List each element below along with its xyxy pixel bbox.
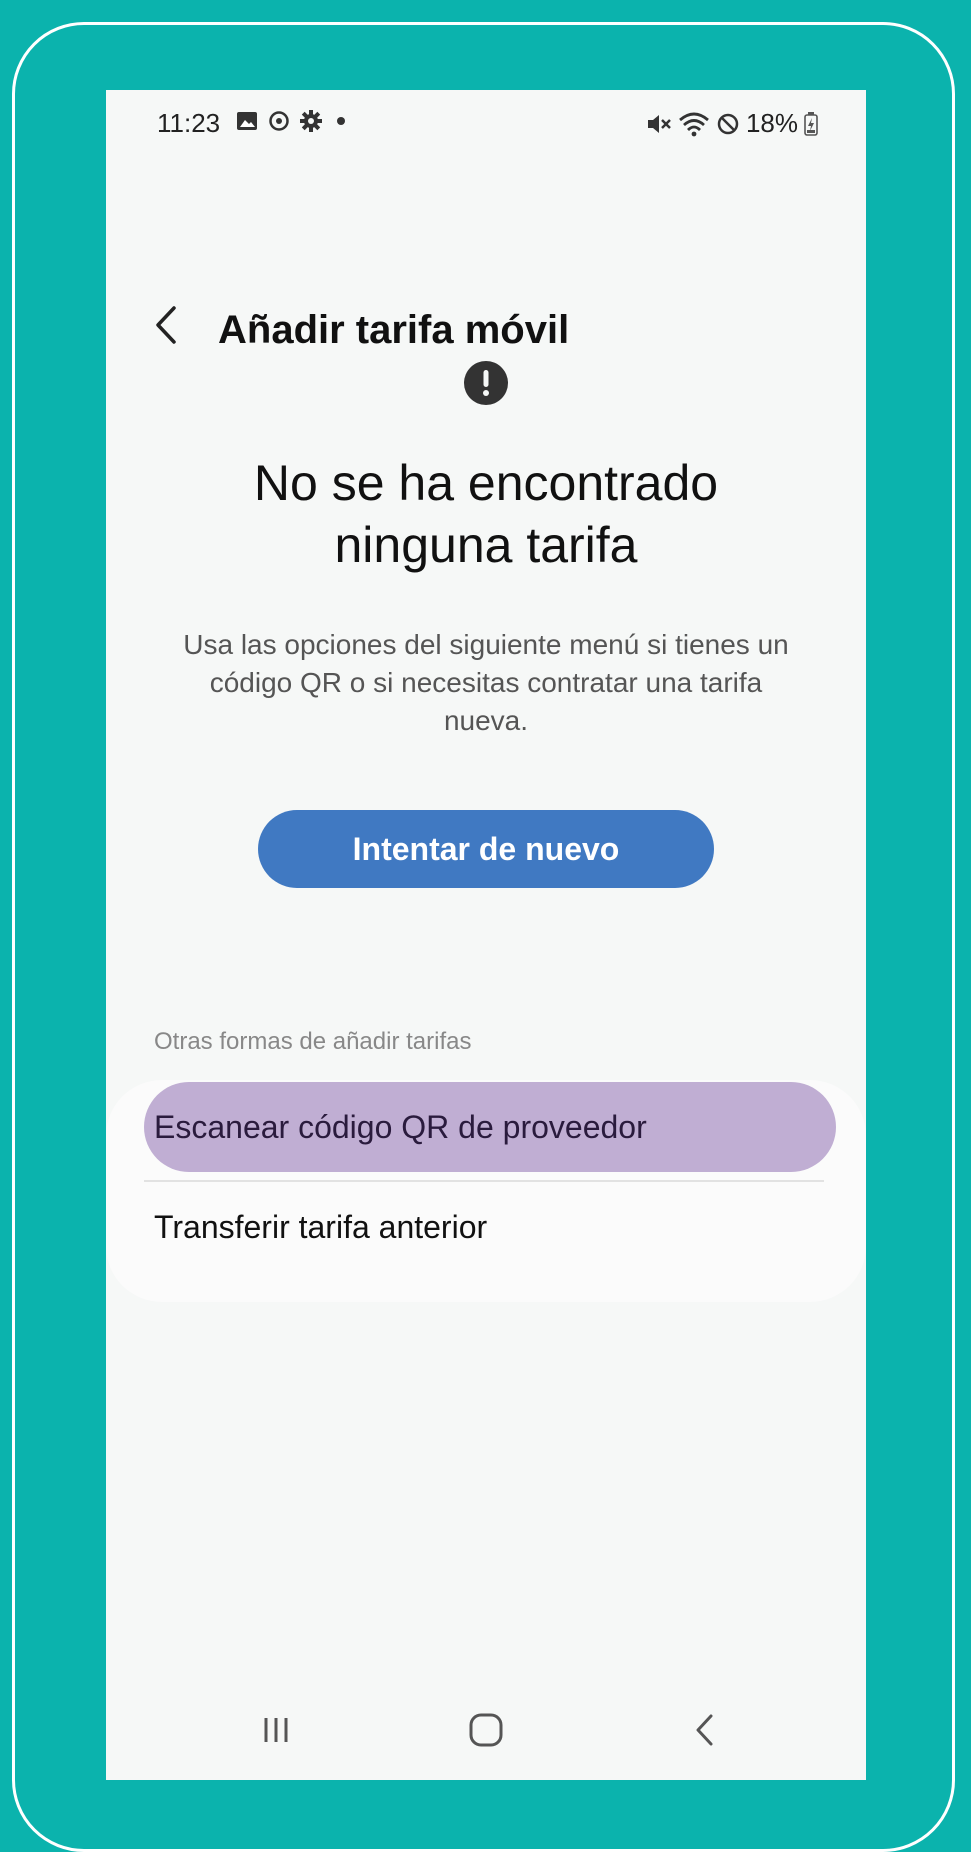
nav-bar bbox=[106, 1690, 866, 1780]
chevron-left-icon bbox=[156, 306, 176, 344]
battery-icon bbox=[804, 111, 818, 136]
section-label: Otras formas de añadir tarifas bbox=[154, 1028, 472, 1055]
retry-button[interactable]: Intentar de nuevo bbox=[258, 810, 714, 888]
nav-back-button[interactable] bbox=[686, 1710, 726, 1750]
status-time: 11:23 bbox=[157, 108, 221, 138]
status-icons-right: 18% bbox=[646, 108, 818, 139]
options-card: Escanear código QR de proveedor Transfer… bbox=[106, 1080, 866, 1302]
nav-home-button[interactable] bbox=[466, 1710, 506, 1750]
sync-icon bbox=[269, 111, 289, 131]
back-button[interactable] bbox=[148, 300, 188, 350]
main-heading: No se ha encontrado ninguna tarifa bbox=[253, 455, 719, 573]
gear-icon bbox=[300, 110, 322, 132]
wifi-icon bbox=[679, 112, 709, 136]
description-text: Usa las opciones del siguiente menú si t… bbox=[183, 629, 789, 736]
status-bar: 11:23 18% bbox=[106, 90, 866, 156]
recent-apps-icon bbox=[264, 1718, 288, 1742]
image-icon bbox=[237, 112, 257, 130]
status-icons-left bbox=[236, 110, 350, 132]
block-icon bbox=[717, 113, 739, 134]
phone-screen: 11:23 18% Añadir tarifa móvil No se ha e… bbox=[106, 90, 866, 1780]
nav-recent-button[interactable] bbox=[256, 1710, 296, 1750]
page-title: Añadir tarifa móvil bbox=[218, 308, 570, 352]
back-icon bbox=[696, 1714, 713, 1746]
option-transfer-plan[interactable]: Transferir tarifa anterior bbox=[144, 1182, 836, 1272]
alert-icon bbox=[464, 361, 508, 405]
header: Añadir tarifa móvil bbox=[106, 290, 866, 370]
mute-icon bbox=[647, 114, 671, 133]
option-scan-qr[interactable]: Escanear código QR de proveedor bbox=[144, 1082, 836, 1172]
dot-icon bbox=[337, 117, 345, 125]
home-icon bbox=[469, 1713, 503, 1747]
status-battery: 18% bbox=[745, 108, 798, 138]
